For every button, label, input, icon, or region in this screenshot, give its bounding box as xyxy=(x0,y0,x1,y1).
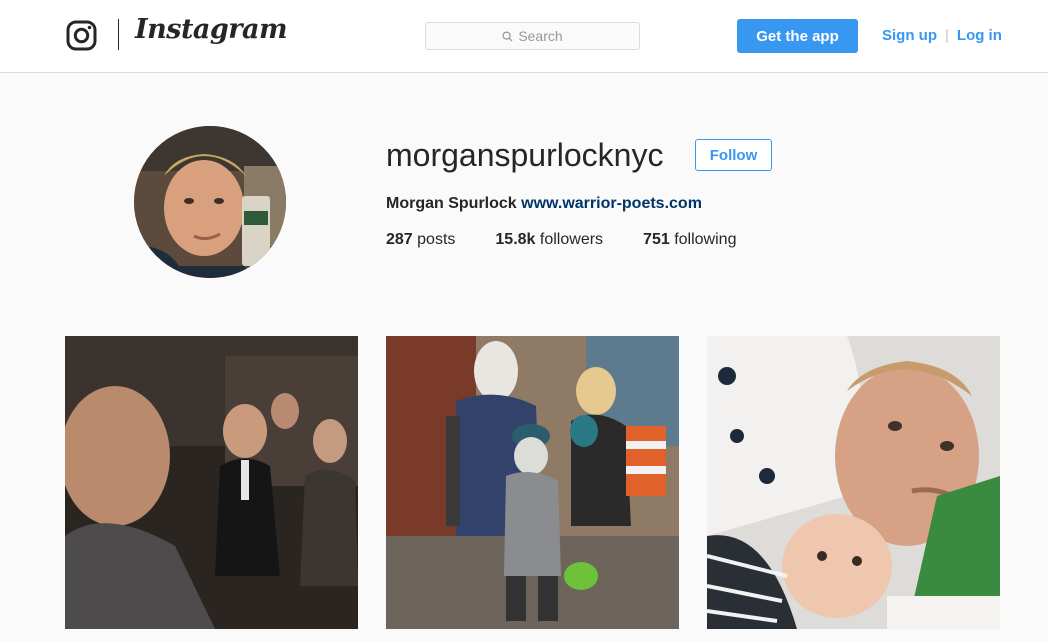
profile-stats: 287 posts 15.8k followers 751 following xyxy=(386,231,776,249)
profile-full-name: Morgan Spurlock xyxy=(386,195,517,212)
following-count-label: following xyxy=(674,231,737,248)
post-thumbnail-3[interactable] xyxy=(707,336,1000,629)
profile-avatar xyxy=(134,126,286,278)
profile-username: morganspurlocknyc xyxy=(386,137,664,173)
followers-count-label: followers xyxy=(539,231,604,248)
search-input[interactable]: Search xyxy=(425,22,640,50)
following-count[interactable]: 751 following xyxy=(643,231,736,249)
instagram-camera-icon[interactable] xyxy=(66,20,97,51)
post-thumbnail-2[interactable] xyxy=(386,336,679,629)
logo-divider xyxy=(118,19,119,50)
followers-count[interactable]: 15.8k followers xyxy=(495,231,603,249)
post-thumbnail-1[interactable] xyxy=(65,336,358,629)
get-the-app-button[interactable]: Get the app xyxy=(737,19,858,53)
auth-links: Sign up | Log in xyxy=(882,27,1002,44)
search-icon xyxy=(502,30,513,42)
top-nav-bar: Instagram Search Get the app Sign up | L… xyxy=(0,0,1048,73)
sign-up-link[interactable]: Sign up xyxy=(882,27,937,44)
search-placeholder: Search xyxy=(518,28,563,44)
followers-count-value: 15.8k xyxy=(495,231,536,248)
profile-bio: Morgan Spurlock www.warrior-poets.com xyxy=(386,195,702,213)
posts-count-label: posts xyxy=(417,231,456,248)
follow-button[interactable]: Follow xyxy=(695,139,772,171)
posts-count[interactable]: 287 posts xyxy=(386,231,455,249)
log-in-link[interactable]: Log in xyxy=(957,27,1002,44)
instagram-wordmark[interactable]: Instagram xyxy=(135,14,288,45)
profile-website-link[interactable]: www.warrior-poets.com xyxy=(521,195,702,212)
posts-count-value: 287 xyxy=(386,231,413,248)
auth-separator: | xyxy=(945,27,949,44)
following-count-value: 751 xyxy=(643,231,670,248)
